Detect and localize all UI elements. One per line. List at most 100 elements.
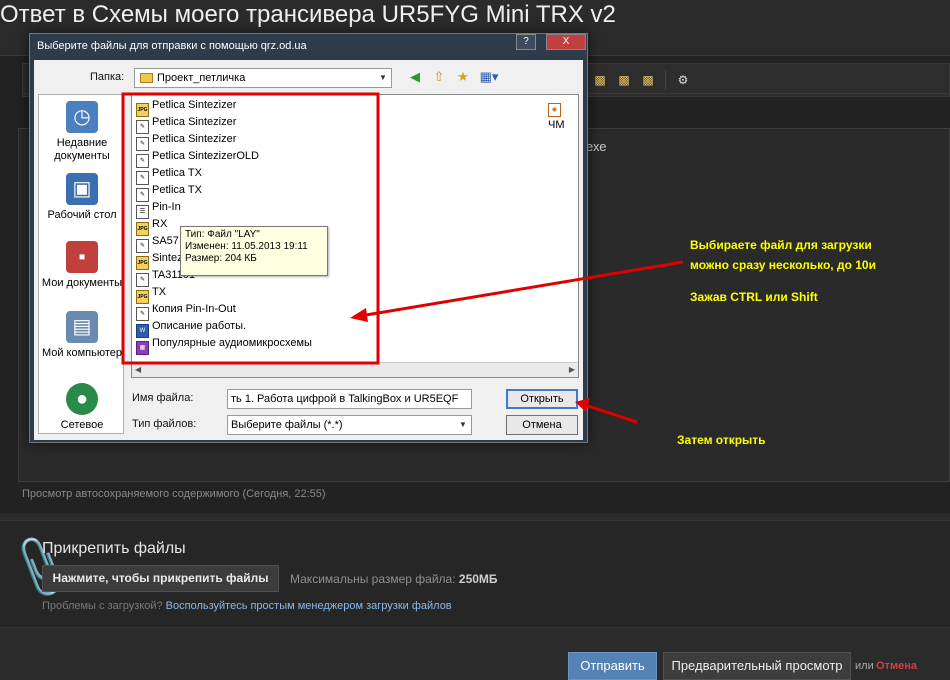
my-documents-icon: ▪	[66, 241, 98, 273]
cancel-link[interactable]: Отмена	[876, 660, 917, 672]
simple-uploader-link[interactable]: Воспользуйтесь простым менеджером загруз…	[166, 600, 452, 612]
upload-problem-text: Проблемы с загрузкой? Воспользуйтесь про…	[42, 600, 452, 612]
file-item[interactable]: ▦ Популярные аудиомикросхемы	[136, 335, 312, 355]
horizontal-scrollbar[interactable]: ◀ ▶	[132, 362, 578, 377]
tooltip-modified: Изменен: 11.05.2013 19:11	[185, 241, 308, 252]
annotation-text-open: Затем открыть	[677, 433, 766, 447]
preview-button[interactable]: Предварительный просмотр	[663, 652, 851, 680]
max-size-info: Максимальны размер файла: 250МБ	[290, 572, 498, 586]
chevron-down-icon[interactable]: ▼	[375, 69, 391, 87]
file-item[interactable]: ✎ Petlica SintezizerOLD	[136, 148, 259, 168]
editor-text: ехе	[586, 139, 607, 154]
folder-value: Проект_петличка	[157, 72, 246, 84]
file-name: Petlica Sintezizer	[152, 116, 237, 128]
file-name: Petlica Sintezizer	[152, 133, 237, 145]
up-folder-icon[interactable]: ⇧	[430, 68, 448, 86]
place-my-documents[interactable]: ▪ Мои документы	[39, 241, 125, 290]
file-item[interactable]: ◉ ЧМ	[548, 97, 578, 134]
annotation-text-multi: можно сразу несколько, до 10и	[690, 258, 876, 272]
file-item[interactable]: ✎ Petlica Sintezizer	[136, 131, 237, 151]
attach-files-button[interactable]: Нажмите, чтобы прикрепить файлы	[42, 565, 279, 592]
file-item[interactable]: JPG TX	[136, 284, 167, 304]
file-name: Копия Pin-In-Out	[152, 303, 236, 315]
file-name: SA57	[152, 235, 179, 247]
places-bar: ◷ Недавние документы ▣ Рабочий стол ▪ Мо…	[38, 94, 124, 434]
filetype-value: Выберите файлы (*.*)	[231, 419, 343, 431]
file-name: Описание работы.	[152, 320, 247, 332]
autosave-link[interactable]: Просмотр автосохраняемого содержимого (С…	[22, 488, 326, 500]
file-name: Pin-In	[152, 201, 181, 213]
filetype-label: Тип файлов:	[132, 418, 197, 430]
place-my-computer[interactable]: ▤ Мой компьютер	[39, 311, 125, 360]
file-item[interactable]: ☰ Pin-In	[136, 199, 181, 219]
recent-docs-icon: ◷	[66, 101, 98, 133]
place-desktop[interactable]: ▣ Рабочий стол	[39, 173, 125, 222]
tooltip-size: Размер: 204 КБ	[185, 253, 257, 264]
filename-input[interactable]: ть 1. Работа цифрой в TalkingBox и UR5EQ…	[227, 389, 472, 409]
file-name: Petlica SintezizerOLD	[152, 150, 259, 162]
file-open-dialog: Выберите файлы для отправки с помощью qr…	[29, 33, 588, 443]
file-item[interactable]: ✎ Копия Pin-In-Out	[136, 301, 236, 321]
dialog-cancel-button[interactable]: Отмена	[506, 415, 578, 435]
upload-problem-label: Проблемы с загрузкой?	[42, 600, 163, 612]
close-button[interactable]: X	[546, 34, 586, 50]
file-item[interactable]: ✎ SA57	[136, 233, 179, 253]
help-button[interactable]: ?	[516, 34, 536, 50]
dialog-title: Выберите файлы для отправки с помощью qr…	[37, 40, 307, 52]
scroll-right-icon[interactable]: ▶	[569, 365, 575, 374]
file-item[interactable]: ✎ Petlica Sintezizer	[136, 114, 237, 134]
file-name: Petlica TX	[152, 167, 202, 179]
file-name: Petlica Sintezizer	[152, 99, 237, 111]
annotation-text-ctrl: Зажав CTRL или Shift	[690, 290, 818, 304]
file-item[interactable]: W Описание работы.	[136, 318, 247, 338]
filetype-select[interactable]: Выберите файлы (*.*) ▼	[227, 415, 472, 435]
max-size-label: Максимальны размер файла:	[290, 572, 456, 586]
folder-select[interactable]: Проект_петличка ▼	[134, 68, 392, 88]
settings-gear-icon[interactable]: ⚙	[673, 70, 693, 90]
editor-toolbar-icons: ▩ ▩ ▩ ⚙	[590, 70, 693, 92]
toolbar-divider	[665, 70, 666, 90]
paste-word-icon[interactable]: ▩	[638, 70, 658, 90]
file-name: ЧМ	[548, 119, 565, 131]
my-computer-icon: ▤	[66, 311, 98, 343]
file-item[interactable]: JPG Petlica Sintezizer	[136, 97, 237, 117]
place-recent-docs[interactable]: ◷ Недавние документы	[39, 101, 125, 163]
file-item[interactable]: ✎ Petlica TX	[136, 182, 202, 202]
attach-title: Прикрепить файлы	[42, 540, 186, 557]
scroll-left-icon[interactable]: ◀	[135, 365, 141, 374]
or-text: или	[855, 660, 874, 672]
view-menu-icon[interactable]: ▦▾	[478, 68, 500, 86]
new-folder-icon[interactable]: ★	[454, 68, 472, 86]
paste-icon[interactable]: ▩	[590, 70, 610, 90]
place-label: Мои документы	[41, 277, 123, 289]
max-size-value: 250МБ	[458, 572, 498, 586]
folder-label: Папка:	[90, 71, 125, 83]
file-item[interactable]: ✎ Petlica TX	[136, 165, 202, 185]
folder-icon	[140, 73, 153, 83]
file-item[interactable]: JPG RX	[136, 216, 168, 236]
desktop-icon: ▣	[66, 173, 98, 205]
archive-file-icon: ▦	[136, 341, 149, 355]
back-icon[interactable]: ◀	[406, 68, 424, 86]
file-tooltip: Тип: Файл "LAY" Изменен: 11.05.2013 19:1…	[180, 226, 328, 276]
place-label: Мой компьютер	[41, 347, 123, 359]
file-name: Популярные аудиомикросхемы	[152, 337, 312, 349]
filename-label: Имя файла:	[132, 392, 194, 404]
place-label: Сетевое	[60, 419, 104, 431]
image-file-icon: ◉	[548, 103, 561, 117]
file-name: RX	[152, 218, 168, 230]
place-network[interactable]: ● Сетевое	[39, 383, 125, 432]
open-button[interactable]: Открыть	[506, 389, 578, 409]
place-label: Недавние документы	[54, 137, 110, 162]
tooltip-type: Тип: Файл "LAY"	[185, 229, 260, 240]
file-name: Petlica TX	[152, 184, 202, 196]
annotation-text-select: Выбираете файл для загрузки	[690, 238, 872, 252]
file-name: TX	[152, 286, 167, 298]
submit-button[interactable]: Отправить	[568, 652, 657, 680]
dialog-body: Папка: Проект_петличка ▼ ◀ ⇧ ★ ▦▾ ◷ Неда…	[34, 60, 583, 440]
page-title: Ответ в Схемы моего трансивера UR5FYG Mi…	[0, 1, 616, 28]
place-label: Рабочий стол	[47, 209, 117, 221]
paste-text-icon[interactable]: ▩	[614, 70, 634, 90]
network-icon: ●	[66, 383, 98, 415]
chevron-down-icon[interactable]: ▼	[455, 416, 471, 434]
